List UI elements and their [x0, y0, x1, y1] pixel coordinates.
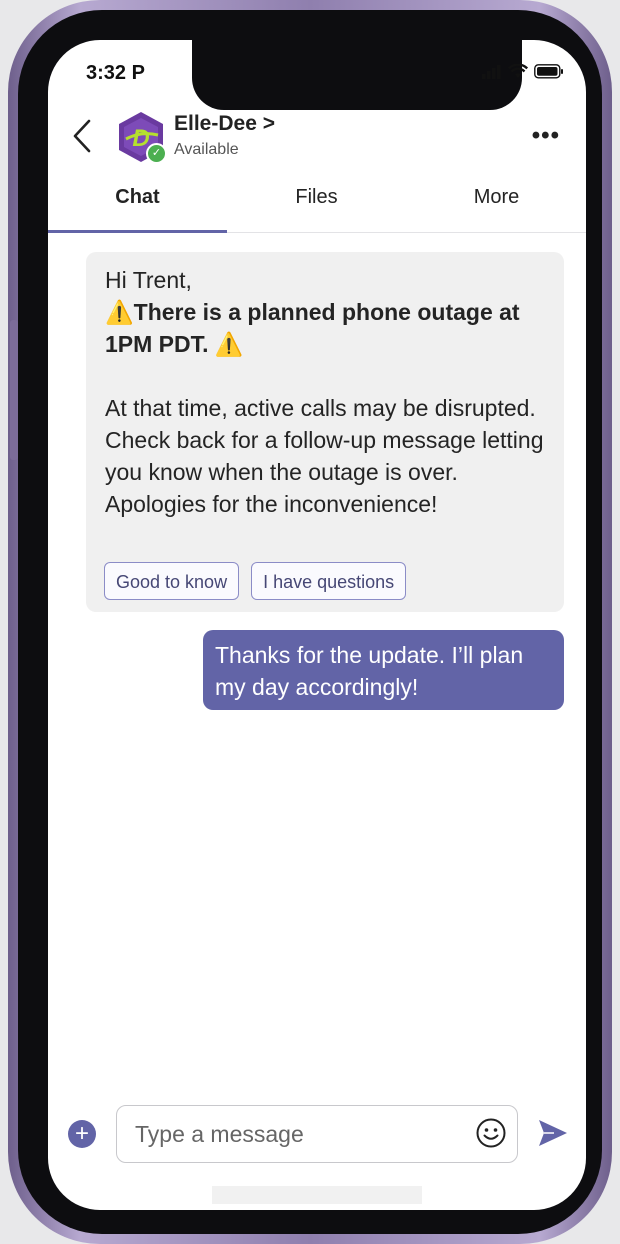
more-options-button[interactable]: ••• — [532, 122, 560, 150]
tab-bar: Chat Files More — [48, 176, 586, 233]
message-actions: Good to know I have questions — [104, 562, 407, 600]
incoming-message-text: Hi Trent, ⚠️There is a planned phone out… — [105, 264, 545, 520]
outgoing-message-bubble: Thanks for the update. I’ll plan my day … — [203, 630, 564, 710]
message-body: At that time, active calls may be disrup… — [105, 395, 544, 517]
message-headline: ⚠️There is a planned phone outage at 1PM… — [105, 296, 545, 360]
camera-notch — [192, 40, 522, 110]
warning-icon: ⚠️ — [105, 299, 134, 325]
tab-files[interactable]: Files — [227, 186, 406, 209]
presence-available-icon: ✓ — [146, 143, 167, 164]
active-tab-indicator — [48, 230, 227, 233]
incoming-message-bubble: Hi Trent, ⚠️There is a planned phone out… — [86, 252, 564, 612]
back-chevron-icon[interactable] — [70, 118, 94, 154]
contact-chevron-icon: > — [262, 112, 275, 135]
wifi-icon — [508, 64, 528, 78]
signal-icon — [482, 64, 501, 79]
message-headline-text: There is a planned phone outage at 1PM P… — [105, 299, 520, 357]
good-to-know-button[interactable]: Good to know — [104, 562, 240, 600]
status-icons — [482, 64, 564, 79]
chat-header: D ✓ Elle-Dee > Available ••• — [48, 104, 586, 170]
emoji-icon[interactable] — [475, 1117, 507, 1149]
battery-icon — [534, 64, 563, 79]
volume-button — [10, 320, 18, 460]
presence-status: Available — [174, 141, 239, 158]
message-input[interactable] — [133, 1116, 467, 1152]
message-input-box — [116, 1105, 518, 1163]
status-time: 3:32 P — [86, 62, 145, 84]
warning-icon: ⚠️ — [214, 331, 244, 357]
send-icon[interactable] — [536, 1116, 570, 1150]
tab-more[interactable]: More — [407, 186, 586, 209]
i-have-questions-button[interactable]: I have questions — [251, 562, 407, 600]
app-screen: 3:32 P D ✓ Elle-Dee > Available ••• Chat… — [48, 40, 586, 1210]
add-attachment-button[interactable]: + — [68, 1120, 96, 1148]
contact-name[interactable]: Elle-Dee > — [174, 112, 275, 136]
compose-bar: + — [48, 1102, 586, 1163]
status-bar: 3:32 P — [86, 40, 564, 110]
home-indicator — [212, 1186, 422, 1204]
contact-name-text: Elle-Dee — [174, 112, 257, 135]
message-greeting: Hi Trent, — [105, 267, 192, 293]
tab-chat[interactable]: Chat — [48, 186, 227, 209]
outgoing-message-text: Thanks for the update. I’ll plan my day … — [215, 642, 524, 700]
